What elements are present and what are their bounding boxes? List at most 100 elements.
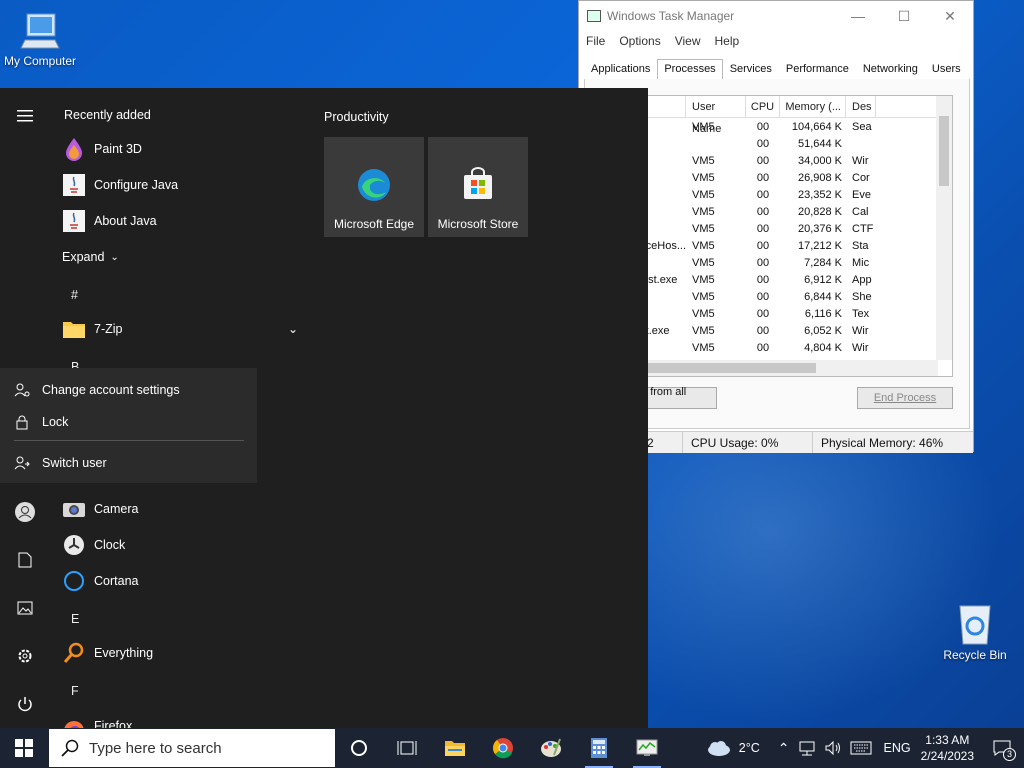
taskbar-clock[interactable]: 1:33 AM 2/24/2023 [921, 732, 974, 764]
power-icon[interactable] [13, 692, 37, 716]
app-label: Paint 3D [94, 142, 142, 156]
tile-microsoft-store[interactable]: Microsoft Store [428, 137, 528, 237]
app-firefox[interactable]: Firefox [62, 707, 302, 728]
cell-user-name: VM5 [692, 154, 715, 167]
cell-user-name: VM5 [692, 341, 715, 354]
search-input[interactable] [89, 739, 309, 757]
taskbar-search-box[interactable] [49, 729, 335, 767]
user-avatar-icon[interactable] [13, 500, 37, 524]
lock-item[interactable]: Lock [14, 409, 68, 435]
edge-icon [358, 169, 390, 201]
taskbar: 2°C ⌃ ENG 1:33 AM 2/24/2023 3 [0, 728, 1024, 768]
task-manager-button[interactable] [623, 728, 671, 768]
title-bar[interactable]: Windows Task Manager — ☐ ✕ [579, 1, 973, 31]
menu-file[interactable]: File [586, 34, 605, 48]
maximize-button[interactable]: ☐ [881, 1, 927, 31]
recycle-bin-desktop-icon[interactable]: Recycle Bin [935, 602, 1015, 662]
action-center-button[interactable]: 3 [984, 728, 1020, 768]
show-hidden-icons-chevron-icon[interactable]: ⌃ [778, 740, 790, 757]
cell-description: Cal [852, 205, 869, 218]
pictures-icon[interactable] [13, 596, 37, 620]
app-everything[interactable]: Everything [62, 635, 302, 671]
paint-3d-icon [62, 137, 86, 161]
calculator-button[interactable] [575, 728, 623, 768]
menu-options[interactable]: Options [619, 34, 660, 48]
cell-memory: 17,212 K [797, 239, 842, 252]
windows-logo-icon [15, 739, 33, 757]
weather-temperature[interactable]: 2°C [739, 741, 760, 755]
cell-cpu: 00 [756, 341, 770, 354]
language-indicator[interactable]: ENG [884, 741, 911, 755]
app-7-zip-folder[interactable]: 7-Zip ⌄ [62, 311, 302, 347]
chrome-button[interactable] [479, 728, 527, 768]
lock-icon [16, 415, 28, 430]
tile-microsoft-edge[interactable]: Microsoft Edge [324, 137, 424, 237]
column-memory[interactable]: Memory (... [780, 96, 846, 118]
network-icon[interactable] [798, 740, 816, 756]
notification-count-badge: 3 [1002, 748, 1016, 761]
task-manager-icon [636, 739, 658, 756]
clock-time: 1:33 AM [925, 733, 970, 747]
expand-button[interactable]: Expand ⌄ [62, 239, 302, 275]
hamburger-icon[interactable] [13, 104, 37, 128]
tab-applications[interactable]: Applications [584, 59, 657, 79]
file-explorer-button[interactable] [431, 728, 479, 768]
cell-memory: 20,376 K [797, 222, 842, 235]
app-label: Configure Java [94, 178, 179, 192]
app-configure-java[interactable]: Configure Java [62, 167, 302, 203]
app-about-java[interactable]: About Java [62, 203, 302, 239]
documents-icon[interactable] [13, 548, 37, 572]
switch-user-item[interactable]: Switch user [14, 450, 107, 476]
cell-memory: 6,052 K [804, 324, 842, 337]
column-cpu[interactable]: CPU [746, 96, 780, 118]
menu-help[interactable]: Help [715, 34, 740, 48]
column-description[interactable]: Des [846, 96, 876, 118]
tab-networking[interactable]: Networking [856, 59, 925, 79]
window-title: Windows Task Manager [607, 9, 735, 23]
change-account-settings-item[interactable]: Change account settings [14, 377, 180, 403]
tab-services[interactable]: Services [723, 59, 779, 79]
letter-heading-e[interactable]: E [71, 612, 79, 626]
tab-performance[interactable]: Performance [779, 59, 856, 79]
menu-view[interactable]: View [675, 34, 701, 48]
end-process-button[interactable]: End Process [857, 387, 953, 409]
change-account-settings-label: Change account settings [42, 383, 180, 397]
divider [14, 440, 244, 441]
start-button[interactable] [0, 728, 48, 768]
cell-description: Sta [852, 239, 869, 252]
physical-memory: Physical Memory: 46% [821, 436, 944, 450]
paint-button[interactable] [527, 728, 575, 768]
cell-memory: 7,284 K [804, 256, 842, 269]
cell-memory: 6,116 K [804, 307, 842, 320]
my-computer-desktop-icon[interactable]: My Computer [0, 10, 80, 68]
letter-heading-hash[interactable]: # [71, 288, 78, 302]
app-clock[interactable]: Clock [62, 527, 302, 563]
cell-memory: 104,664 K [791, 120, 842, 133]
paint-palette-icon [541, 738, 561, 757]
cell-description: Cor [852, 171, 870, 184]
vertical-scrollbar[interactable] [936, 96, 952, 360]
keyboard-icon[interactable] [850, 741, 872, 755]
lock-label: Lock [42, 415, 69, 429]
volume-icon[interactable] [824, 740, 842, 756]
minimize-button[interactable]: — [835, 1, 881, 31]
cell-cpu: 00 [756, 239, 770, 252]
cell-description: She [852, 290, 872, 303]
weather-cloud-icon[interactable] [705, 739, 731, 757]
app-cortana[interactable]: Cortana [62, 563, 302, 599]
close-button[interactable]: ✕ [927, 1, 973, 31]
tile-label: Microsoft Store [437, 217, 519, 231]
letter-heading-f[interactable]: F [71, 684, 79, 698]
settings-gear-icon[interactable] [13, 644, 37, 668]
chrome-icon [493, 738, 513, 759]
cortana-button[interactable] [335, 728, 383, 768]
app-paint-3d[interactable]: Paint 3D [62, 131, 302, 167]
tab-users[interactable]: Users [925, 59, 968, 79]
task-view-button[interactable] [383, 728, 431, 768]
app-camera[interactable]: Camera [62, 491, 302, 527]
tab-processes[interactable]: Processes [657, 59, 723, 80]
cell-user-name: VM5 [692, 222, 715, 235]
column-user-name[interactable]: User Name [686, 96, 746, 135]
app-label: About Java [94, 214, 157, 228]
cell-cpu: 00 [756, 137, 770, 150]
